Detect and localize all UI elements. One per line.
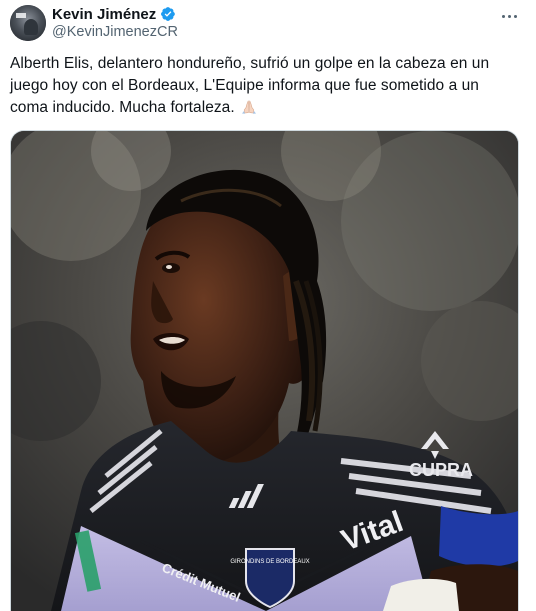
pray-hands-icon — [242, 100, 257, 114]
jersey-brand-text: CUPRA — [409, 460, 473, 480]
more-options-icon[interactable] — [496, 6, 522, 26]
photo-football-player: CUPRA Vital GIRONDINS DE BORDEAUX Crédit… — [11, 131, 518, 611]
author-handle[interactable]: @KevinJimenezCR — [52, 24, 178, 40]
tweet-text-line: juego hoy con el Bordeaux, L'Equipe info… — [10, 77, 479, 94]
tweet-text-line: Alberth Elis, delantero hondureño, sufri… — [10, 55, 490, 72]
tweet-media-image[interactable]: CUPRA Vital GIRONDINS DE BORDEAUX Crédit… — [10, 130, 519, 611]
avatar[interactable] — [10, 5, 46, 41]
tweet-card[interactable]: Kevin Jiménez @KevinJimenezCR Alberth El… — [0, 0, 536, 611]
verified-badge-icon — [161, 7, 176, 21]
author-display-name[interactable]: Kevin Jiménez — [52, 6, 156, 23]
tweet-text: Alberth Elis, delantero hondureño, sufri… — [10, 53, 510, 119]
tweet-text-line: coma inducido. Mucha fortaleza. — [10, 97, 510, 119]
club-badge-text: GIRONDINS DE BORDEAUX — [230, 559, 309, 565]
author-name-row: Kevin Jiménez — [52, 5, 176, 23]
